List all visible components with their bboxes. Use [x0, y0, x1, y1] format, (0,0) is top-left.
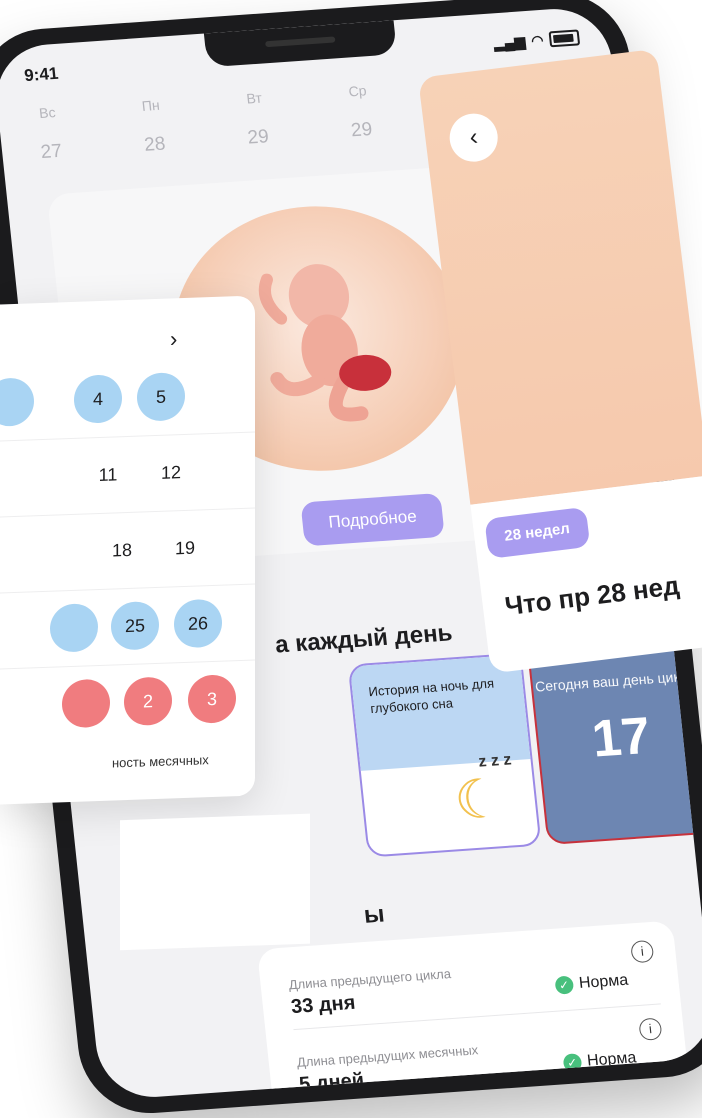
calendar-day-partial[interactable] [50, 603, 98, 653]
calendar-day[interactable]: 3 [188, 674, 236, 724]
status-icons: ▂▄▆ ◠ [492, 29, 581, 52]
week-day[interactable]: Ср 29 [328, 81, 393, 151]
week-day[interactable]: Пн 28 [121, 95, 186, 165]
calendar-day-partial[interactable] [0, 377, 34, 427]
day-date: 27 [39, 140, 64, 164]
calendar-row: 25 26 [0, 583, 255, 670]
calendar-day[interactable]: 19 [161, 523, 209, 573]
calendar-row: 18 19 [0, 507, 255, 594]
wifi-icon: ◠ [530, 31, 545, 49]
calendar-day[interactable]: 26 [174, 598, 222, 649]
calendar-row: 4 5 [0, 355, 255, 442]
calendar-row: 2 3 [0, 660, 255, 745]
status-time: 9:41 [23, 63, 60, 86]
calendar-day-partial[interactable] [62, 678, 110, 729]
week-day[interactable]: Вт 29 [224, 88, 289, 158]
day-date: 28 [143, 133, 167, 156]
calendar-day[interactable]: 18 [98, 525, 146, 575]
status-text: Норма [578, 971, 630, 993]
calendar-legend: ность месячных [112, 752, 209, 771]
calendar-day[interactable]: 11 [84, 450, 132, 500]
cycle-day-card[interactable]: Сегодня ваш день цикла 17 [527, 640, 702, 846]
fetus-illustration [258, 264, 392, 422]
day-name: Ср [347, 82, 368, 100]
check-icon: ✓ [554, 975, 574, 995]
calendar-card: › 4 5 11 12 18 19 25 26 2 3 ность месячн… [0, 295, 310, 951]
day-name: Вс [38, 104, 57, 122]
day-name: Пн [140, 96, 161, 114]
week-day[interactable]: Вс 27 [18, 103, 83, 173]
week-tag: 28 недел [484, 506, 591, 559]
speaker [265, 36, 336, 48]
article-body: 28 недел Что пр 28 нед [470, 475, 702, 674]
day-date: 29 [246, 126, 270, 149]
cycle-day-number: 17 [589, 706, 654, 769]
day-date: 29 [349, 119, 374, 142]
calendar-card-tail [120, 813, 310, 951]
calendar-day[interactable]: 5 [137, 371, 185, 422]
calendar-day[interactable]: 12 [147, 448, 195, 498]
calendar-day[interactable]: 2 [124, 676, 172, 727]
metrics-section-title: ы [362, 900, 386, 929]
chevron-right-icon[interactable]: › [170, 326, 177, 352]
battery-icon [548, 29, 581, 48]
metric-row: i Длина предыдущего цикла 33 дня ✓ Норма [288, 939, 660, 1019]
story-card[interactable]: История на ночь для глубокого сна z z z … [347, 652, 542, 858]
day-name: Вт [245, 89, 263, 107]
calendar-day[interactable]: 25 [111, 600, 159, 651]
moon-icon: ☾ [451, 768, 506, 832]
cycle-day-label: Сегодня ваш день цикла [534, 667, 697, 695]
calendar-row: 11 12 [0, 431, 255, 518]
calendar-day[interactable]: 4 [74, 374, 122, 424]
daily-section-title: а каждый день [273, 619, 454, 659]
more-details-button[interactable]: Подробное [300, 492, 445, 547]
signal-icon: ▂▄▆ [492, 32, 526, 51]
article-title: Что пр 28 нед [503, 570, 681, 622]
